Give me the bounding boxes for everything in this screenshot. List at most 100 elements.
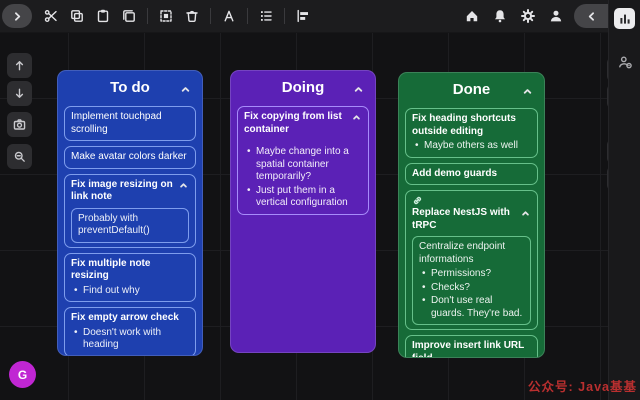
chevron-up-icon[interactable]	[520, 208, 531, 219]
card-title: Fix empty arrow check	[71, 312, 189, 325]
copy-button[interactable]	[65, 4, 89, 28]
card-title: Improve insert link URL field	[412, 340, 531, 358]
align-left-button[interactable]	[291, 4, 315, 28]
bullet-item: Checks?	[419, 282, 524, 295]
link-icon	[412, 195, 531, 206]
column-to-do[interactable]: To do Implement touchpad scrolling Make a…	[57, 70, 203, 356]
arrow-up-button[interactable]	[7, 53, 32, 78]
toolbar-divider	[247, 8, 248, 24]
note-card[interactable]: Fix multiple note resizing Find out why	[64, 253, 196, 303]
card-title: Fix image resizing on link note	[71, 179, 175, 204]
arrow-down-button[interactable]	[7, 81, 32, 106]
toolbar-right-group	[460, 4, 568, 28]
column-header[interactable]: Doing	[237, 75, 369, 101]
duplicate-icon	[121, 8, 137, 24]
chevron-right-icon	[10, 9, 25, 24]
column-header[interactable]: To do	[64, 75, 196, 101]
note-card[interactable]: Implement touchpad scrolling	[64, 106, 196, 141]
card-title: Fix copying from list container	[244, 111, 348, 136]
column-done[interactable]: Done Fix heading shortcuts outside editi…	[398, 72, 545, 358]
sub-card-text: Centralize endpoint informations	[419, 241, 524, 266]
user-settings-button[interactable]	[614, 51, 635, 72]
note-card[interactable]: Improve insert link URL field	[405, 335, 538, 358]
bullet-list-icon	[258, 8, 274, 24]
bullet-item: Doesn't work with heading	[71, 327, 189, 352]
copy-icon	[69, 8, 85, 24]
home-icon	[464, 8, 480, 24]
notifications-button[interactable]	[488, 4, 512, 28]
app-window: 90% To do Implement touchpad scrollingMa…	[0, 0, 640, 400]
card-title: Fix multiple note resizing	[71, 258, 189, 283]
align-left-icon	[295, 8, 311, 24]
delete-icon	[184, 8, 200, 24]
column-title: To do	[64, 75, 196, 101]
chevron-up-icon[interactable]	[521, 85, 534, 98]
sub-note-card[interactable]: Centralize endpoint informations Permissi…	[412, 236, 531, 325]
expand-toolbar-button[interactable]	[2, 4, 32, 28]
chevron-left-icon	[584, 9, 599, 24]
duplicate-button[interactable]	[117, 4, 141, 28]
settings-icon	[520, 8, 536, 24]
chevron-up-icon[interactable]	[179, 83, 192, 96]
toolbar-divider	[147, 8, 148, 24]
card-title: Add demo guards	[412, 168, 531, 181]
select-all-icon	[158, 8, 174, 24]
arrow-down-icon	[12, 86, 27, 101]
chevron-up-icon[interactable]	[178, 180, 189, 191]
account-button[interactable]	[544, 4, 568, 28]
zoom-area-button[interactable]	[7, 144, 32, 169]
column-title: Done	[405, 77, 538, 103]
chevron-up-icon[interactable]	[351, 112, 362, 123]
collapse-panel-button[interactable]	[574, 4, 608, 28]
note-card[interactable]: Fix copying from list container Maybe cha…	[237, 106, 369, 215]
bullet-list: Maybe change into a spatial container te…	[244, 146, 362, 210]
camera-button[interactable]	[7, 112, 32, 137]
paste-button[interactable]	[91, 4, 115, 28]
note-card[interactable]: Fix empty arrow check Doesn't work with h…	[64, 307, 196, 356]
sub-card-text: Probably with preventDefault()	[78, 213, 182, 238]
top-toolbar	[0, 0, 608, 33]
toolbar-divider	[210, 8, 211, 24]
settings-button[interactable]	[516, 4, 540, 28]
cut-icon	[43, 8, 59, 24]
camera-icon	[12, 117, 27, 132]
account-icon	[548, 8, 564, 24]
card-title: Fix heading shortcuts outside editing	[412, 113, 531, 138]
column-header[interactable]: Done	[405, 77, 538, 103]
card-title: Make avatar colors darker	[71, 151, 189, 164]
note-card[interactable]: Replace NestJS with tRPC Centralize endp…	[405, 190, 538, 330]
bullet-list: Doesn't work with heading	[71, 327, 189, 352]
watermark-text: 公众号: Java基基	[528, 376, 637, 395]
zoom-area-icon	[12, 149, 27, 164]
note-card[interactable]: Fix image resizing on link note Probably…	[64, 174, 196, 248]
bullet-item: Find out why	[71, 285, 189, 298]
bullet-list: Maybe others as well	[412, 140, 531, 153]
sub-note-card[interactable]: Probably with preventDefault()	[71, 208, 189, 243]
cut-button[interactable]	[39, 4, 63, 28]
user-avatar[interactable]: G	[9, 361, 36, 388]
board-panel-button[interactable]	[614, 8, 635, 29]
delete-button[interactable]	[180, 4, 204, 28]
notifications-icon	[492, 8, 508, 24]
bullet-list: Find out why	[71, 285, 189, 298]
bullet-item: Maybe change into a spatial container te…	[244, 146, 362, 184]
right-sidebar-strip	[608, 0, 640, 400]
card-title: Implement touchpad scrolling	[71, 111, 189, 136]
note-card[interactable]: Make avatar colors darker	[64, 146, 196, 169]
column-doing[interactable]: Doing Fix copying from list container May…	[230, 70, 376, 353]
bullet-list-button[interactable]	[254, 4, 278, 28]
note-card[interactable]: Add demo guards	[405, 163, 538, 186]
bullet-item: Maybe others as well	[412, 140, 531, 153]
note-card[interactable]: Fix heading shortcuts outside editing May…	[405, 108, 538, 158]
text-icon	[221, 8, 237, 24]
bullet-item: Permissions?	[419, 268, 524, 281]
chevron-up-icon[interactable]	[352, 83, 365, 96]
paste-icon	[95, 8, 111, 24]
select-all-button[interactable]	[154, 4, 178, 28]
arrow-up-icon	[12, 58, 27, 73]
home-button[interactable]	[460, 4, 484, 28]
person-gear-icon	[617, 54, 633, 70]
text-button[interactable]	[217, 4, 241, 28]
toolbar-left-group	[39, 4, 315, 28]
bullet-item: Just put them in a vertical configuratio…	[244, 185, 362, 210]
